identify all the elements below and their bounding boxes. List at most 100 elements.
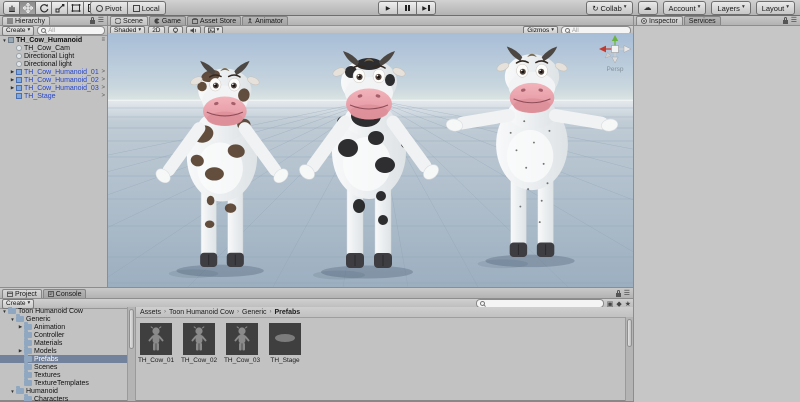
expand-arrow[interactable]: ▼ bbox=[1, 309, 8, 314]
tab-asset-store[interactable]: Asset Store bbox=[186, 16, 242, 25]
tab-hierarchy[interactable]: Hierarchy bbox=[2, 16, 50, 25]
hierarchy-item-label: Directional light bbox=[24, 60, 72, 68]
folder-label: Prefabs bbox=[34, 355, 59, 363]
project-folder-Generic[interactable]: ▼ Generic bbox=[0, 314, 127, 323]
cow-prefab-thumbnail bbox=[226, 323, 258, 355]
project-folder-Models[interactable]: ▶ Models bbox=[0, 346, 127, 355]
asset-grid: TH_Cow_01 TH_Cow_02 TH_Cow_03 TH_Stage bbox=[136, 318, 633, 364]
asset-label: TH_Stage bbox=[270, 357, 300, 364]
breadcrumb-item[interactable]: Toon Humanoid Cow bbox=[169, 309, 234, 316]
panel-menu-icon[interactable]: ☰ bbox=[98, 17, 104, 24]
hierarchy-item-label: TH_Cow_Humanoid_01 bbox=[24, 68, 99, 76]
asset-TH_Stage[interactable]: TH_Stage bbox=[269, 323, 301, 364]
expand-arrow[interactable]: ▶ bbox=[9, 85, 16, 91]
collab-button[interactable]: ↻ Collab ▾ bbox=[586, 1, 633, 15]
rect-tool-button[interactable] bbox=[67, 1, 84, 15]
lock-icon[interactable] bbox=[782, 16, 788, 24]
lock-icon[interactable] bbox=[89, 16, 95, 24]
expand-arrow[interactable]: ▶ bbox=[17, 348, 24, 354]
move-icon bbox=[22, 3, 33, 13]
local-icon bbox=[132, 4, 140, 12]
panel-menu-icon[interactable]: ☰ bbox=[791, 17, 797, 24]
collab-icon: ↻ bbox=[592, 3, 599, 13]
hierarchy-search-input[interactable]: All bbox=[37, 26, 105, 35]
asset-TH_Cow_03[interactable]: TH_Cow_03 bbox=[224, 323, 260, 364]
hierarchy-item-Directional light[interactable]: Directional light bbox=[0, 60, 107, 68]
pause-button[interactable] bbox=[397, 1, 417, 15]
hierarchy-item-TH_Stage[interactable]: TH_Stage > bbox=[0, 92, 107, 100]
scale-tool-button[interactable] bbox=[51, 1, 68, 15]
hierarchy-create-button[interactable]: Create ▾ bbox=[2, 25, 35, 36]
project-folder-Controller[interactable]: Controller bbox=[0, 330, 127, 339]
tab-inspector[interactable]: Inspector bbox=[636, 16, 683, 25]
folder-label: Controller bbox=[34, 331, 65, 339]
stage-prefab-thumbnail bbox=[269, 323, 301, 355]
cow-prefab-thumbnail bbox=[140, 323, 172, 355]
prefab-select-chevron[interactable]: > bbox=[101, 77, 107, 83]
play-button[interactable]: ▶ bbox=[378, 1, 398, 15]
expand-arrow[interactable]: ▶ bbox=[9, 77, 16, 83]
panel-menu-icon[interactable]: ☰ bbox=[624, 290, 630, 297]
expand-arrow[interactable]: ▼ bbox=[9, 317, 16, 322]
project-folder-Scenes[interactable]: Scenes bbox=[0, 362, 127, 371]
lock-icon[interactable] bbox=[615, 289, 621, 297]
move-tool-button[interactable] bbox=[19, 1, 36, 15]
tab-console[interactable]: Console bbox=[42, 289, 87, 298]
asset-TH_Cow_02[interactable]: TH_Cow_02 bbox=[181, 323, 217, 364]
scale-icon bbox=[55, 3, 65, 13]
layers-button[interactable]: Layers ▾ bbox=[711, 1, 751, 15]
local-toggle-button[interactable]: Local bbox=[126, 1, 166, 15]
prefab-select-chevron[interactable]: > bbox=[101, 93, 107, 99]
prefab-select-chevron[interactable]: > bbox=[101, 69, 107, 75]
prefab-select-chevron[interactable]: > bbox=[101, 85, 107, 91]
step-button[interactable]: ▶ bbox=[416, 1, 436, 15]
hierarchy-item-TH_Cow_Cam[interactable]: TH_Cow_Cam bbox=[0, 44, 107, 52]
project-tree-scrollbar[interactable] bbox=[127, 307, 136, 401]
row-menu-icon[interactable]: ≡ bbox=[101, 37, 107, 43]
scene-viewport[interactable]: Persp bbox=[108, 33, 633, 287]
hierarchy-item-TH_Cow_Humanoid_01[interactable]: ▶ TH_Cow_Humanoid_01 > bbox=[0, 68, 107, 76]
cow-prefab-thumbnail bbox=[183, 323, 215, 355]
tab-project[interactable]: Project bbox=[2, 289, 42, 298]
pivot-toggle-button[interactable]: Pivot bbox=[90, 1, 128, 15]
hand-tool-button[interactable] bbox=[3, 1, 20, 15]
project-folder-Textures[interactable]: Textures bbox=[0, 370, 127, 379]
hierarchy-item-TH_Cow_Humanoid[interactable]: ▼ TH_Cow_Humanoid ≡ bbox=[0, 36, 107, 44]
tab-scene[interactable]: Scene bbox=[110, 16, 148, 25]
pivot-icon bbox=[96, 4, 103, 12]
layout-button[interactable]: Layout ▾ bbox=[755, 1, 795, 15]
breadcrumb-item[interactable]: Prefabs bbox=[275, 309, 301, 316]
expand-arrow[interactable]: ▼ bbox=[9, 389, 16, 394]
asset-scrollbar[interactable] bbox=[625, 317, 633, 401]
project-folder-Humanoid[interactable]: ▼ Humanoid bbox=[0, 386, 127, 395]
pivot-local-group: Pivot Local bbox=[90, 1, 166, 15]
cloud-button[interactable]: ☁ bbox=[637, 1, 658, 15]
main-toolbar: Pivot Local ▶ ▶ ↻ Collab ▾ ☁ Account ▾ Laye… bbox=[0, 0, 800, 16]
perspective-label[interactable]: Persp bbox=[595, 66, 633, 73]
hierarchy-item-Directional Light[interactable]: Directional Light bbox=[0, 52, 107, 60]
asset-TH_Cow_01[interactable]: TH_Cow_01 bbox=[138, 323, 174, 364]
rotate-tool-button[interactable] bbox=[35, 1, 52, 15]
scene-icon bbox=[115, 18, 121, 24]
expand-arrow[interactable]: ▼ bbox=[1, 38, 8, 43]
project-folder-Characters[interactable]: Characters bbox=[0, 394, 127, 401]
account-button[interactable]: Account ▾ bbox=[662, 1, 707, 15]
project-folder-Prefabs[interactable]: Prefabs bbox=[0, 354, 127, 363]
tab-animator[interactable]: Animator bbox=[242, 16, 289, 25]
breadcrumb-item[interactable]: Assets bbox=[140, 309, 161, 316]
tab-services[interactable]: Services bbox=[683, 16, 721, 25]
project-panel: Project Console ☰ Create ▾ ▣ ◆ ★ ▼ Toon Hu… bbox=[0, 287, 633, 401]
tab-game[interactable]: Game bbox=[148, 16, 186, 25]
prefab-cube-icon bbox=[16, 93, 22, 99]
playback-controls: ▶ ▶ bbox=[378, 1, 436, 15]
hierarchy-item-TH_Cow_Humanoid_02[interactable]: ▶ TH_Cow_Humanoid_02 > bbox=[0, 76, 107, 84]
scene-view-panel: Scene Game Asset Store Animator Shaded ▾ … bbox=[108, 15, 633, 287]
hierarchy-item-TH_Cow_Humanoid_03[interactable]: ▶ TH_Cow_Humanoid_03 > bbox=[0, 84, 107, 92]
console-icon bbox=[47, 291, 54, 297]
project-folder-Animation[interactable]: ▶ Animation bbox=[0, 322, 127, 331]
expand-arrow[interactable]: ▶ bbox=[17, 324, 24, 330]
breadcrumb-item[interactable]: Generic bbox=[242, 309, 267, 316]
project-folder-Materials[interactable]: Materials bbox=[0, 338, 127, 347]
folder-label: Humanoid bbox=[26, 387, 58, 395]
expand-arrow[interactable]: ▶ bbox=[9, 69, 16, 75]
